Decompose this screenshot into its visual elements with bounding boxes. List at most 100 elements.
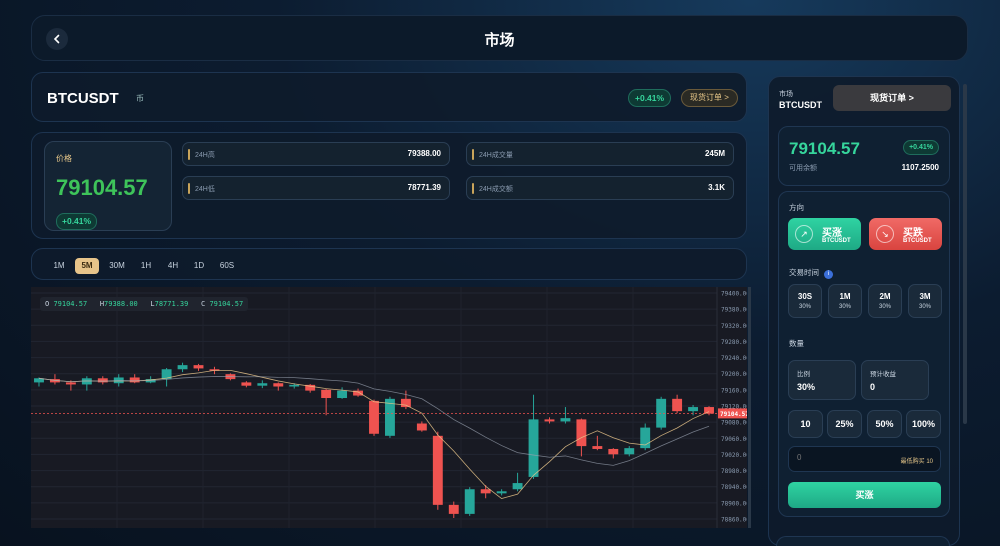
stat-marker	[188, 183, 190, 194]
candle-body	[337, 390, 348, 399]
amount-input-wrap: 最低购买 10	[788, 446, 941, 472]
buy-down-symbol: BTCUSDT	[903, 238, 932, 244]
duration-option[interactable]: 2M 30%	[868, 284, 902, 318]
ohlc-open-label: O	[45, 300, 50, 308]
duration-rate: 30%	[838, 304, 851, 310]
change-badge: +0.41%	[628, 89, 672, 107]
candle-body	[608, 448, 619, 455]
chart-scrollbar[interactable]	[748, 287, 751, 528]
expected-profit-label: 预计收益	[870, 371, 896, 378]
timeframe-1h[interactable]: 1H	[136, 258, 156, 274]
candle-body	[672, 398, 683, 412]
current-price-label: 79104.57	[720, 411, 747, 418]
chart-scrollbar-thumb[interactable]	[748, 287, 751, 528]
price-box: 价格 79104.57 +0.41%	[44, 141, 172, 231]
duration-option[interactable]: 30S 30%	[788, 284, 822, 318]
candle-body	[480, 489, 491, 494]
candle-body	[704, 407, 714, 414]
expected-profit-value: 0	[870, 382, 876, 392]
stat-label: 24H高	[195, 152, 215, 159]
direction-label: 方向	[789, 203, 804, 212]
stat-marker	[188, 149, 190, 160]
page-title: 市场	[484, 32, 515, 49]
ratio-value: 30%	[797, 382, 816, 392]
candle-body	[321, 389, 332, 399]
amount-preset-25[interactable]: 25%	[827, 410, 862, 438]
duration-time: 2M	[879, 292, 891, 301]
ratio-box: 比例 30%	[788, 360, 856, 400]
chart-canvas[interactable]: 79400.00 79380.00 79320.00 79280.00 79240.00…	[31, 287, 750, 528]
timeframe-30m[interactable]: 30M	[105, 258, 129, 274]
ratio-label: 比例	[797, 371, 810, 378]
amount-input[interactable]	[797, 453, 877, 462]
expected-profit-box: 预计收益 0	[861, 360, 929, 400]
y-tick-label: 79060.00	[721, 436, 747, 443]
duration-option[interactable]: 3M 30%	[908, 284, 942, 318]
trade-time-text: 交易时间	[789, 268, 819, 277]
timeframe-5m[interactable]: 5M	[75, 258, 99, 274]
candle-body	[369, 400, 379, 434]
candle-body	[241, 382, 252, 386]
spot-order-link[interactable]: 现货订单 >	[681, 89, 738, 107]
quantity-label: 数量	[789, 339, 804, 348]
trade-time-label: 交易时间 i	[789, 267, 834, 279]
amount-preset-50[interactable]: 50%	[867, 410, 902, 438]
y-tick-label: 79400.00	[721, 291, 747, 298]
timeframe-1d[interactable]: 1D	[189, 258, 209, 274]
candle-body	[193, 365, 204, 369]
arrow-up-right-icon: ↗	[795, 225, 813, 243]
stat-24h-volume: 24H成交量 245M	[466, 142, 734, 166]
timeframe-60s[interactable]: 60S	[215, 258, 239, 274]
candlestick-chart[interactable]: 79400.00 79380.00 79320.00 79280.00 79240.00…	[31, 287, 750, 528]
timeframe-4h[interactable]: 4H	[163, 258, 183, 274]
candle-body	[257, 383, 268, 386]
candle-body	[432, 435, 443, 505]
balance-label: 可用余额	[789, 165, 817, 172]
candle-body	[416, 423, 427, 431]
price-value: 79104.57	[56, 175, 148, 200]
trade-sidebar: 市场 BTCUSDT 现货订单 > 79104.57 +0.41% 可用余额 1…	[768, 76, 960, 546]
symbol-card: BTCUSDT 币 +0.41% 现货订单 >	[31, 72, 747, 122]
stat-value: 3.1K	[708, 183, 725, 192]
buy-down-label: 买跌	[903, 228, 923, 239]
sidebar-scrollbar[interactable]	[963, 84, 967, 424]
price-change-badge: +0.41%	[56, 213, 98, 230]
ohlc-close: 79104.57	[209, 300, 244, 308]
balance-value: 1107.2500	[901, 163, 939, 172]
candle-body	[688, 407, 699, 412]
ohlc-close-label: C	[201, 300, 206, 308]
order-form: 方向 ↗ 买涨 BTCUSDT ↘ 买跌 BTCUSDT 交易时间 i 30S 3…	[778, 191, 950, 517]
candle-body	[496, 491, 507, 494]
candle-body	[97, 378, 108, 383]
coin-icon: 币	[136, 94, 144, 103]
stat-value: 78771.39	[407, 183, 441, 192]
buy-up-button[interactable]: ↗ 买涨 BTCUSDT	[788, 218, 861, 250]
y-tick-label: 79280.00	[721, 339, 747, 346]
amount-preset-10[interactable]: 10	[788, 410, 823, 438]
duration-option[interactable]: 1M 30%	[828, 284, 862, 318]
title-bar: 市场	[31, 15, 968, 61]
stat-label: 24H成交量	[479, 152, 513, 159]
stat-24h-low: 24H低 78771.39	[182, 176, 450, 200]
buy-down-button[interactable]: ↘ 买跌 BTCUSDT	[869, 218, 942, 250]
submit-buy-button[interactable]: 买涨	[788, 482, 941, 508]
y-tick-label: 78900.00	[721, 500, 747, 507]
y-tick-label: 79200.00	[721, 371, 747, 378]
sidebar-spot-order-button[interactable]: 现货订单 >	[833, 85, 951, 111]
y-tick-label: 78860.00	[721, 517, 747, 524]
info-icon[interactable]: i	[824, 270, 834, 279]
y-tick-label: 79240.00	[721, 355, 747, 362]
candle-body	[273, 383, 284, 387]
candle-body	[464, 489, 475, 514]
candle-body	[624, 448, 635, 455]
candle-body	[576, 419, 587, 447]
timeframe-1m[interactable]: 1M	[49, 258, 69, 274]
stat-marker	[472, 149, 474, 160]
candle-body	[65, 382, 76, 385]
duration-rate: 30%	[878, 304, 891, 310]
ohlc-readout: O 79104.57 H79388.00 L78771.39 C 79104.5…	[40, 297, 249, 311]
candle-body	[592, 446, 603, 449]
balance-card: 79104.57 +0.41% 可用余额 1107.2500	[778, 126, 950, 186]
amount-preset-100[interactable]: 100%	[906, 410, 941, 438]
ohlc-low: 78771.39	[154, 300, 189, 308]
